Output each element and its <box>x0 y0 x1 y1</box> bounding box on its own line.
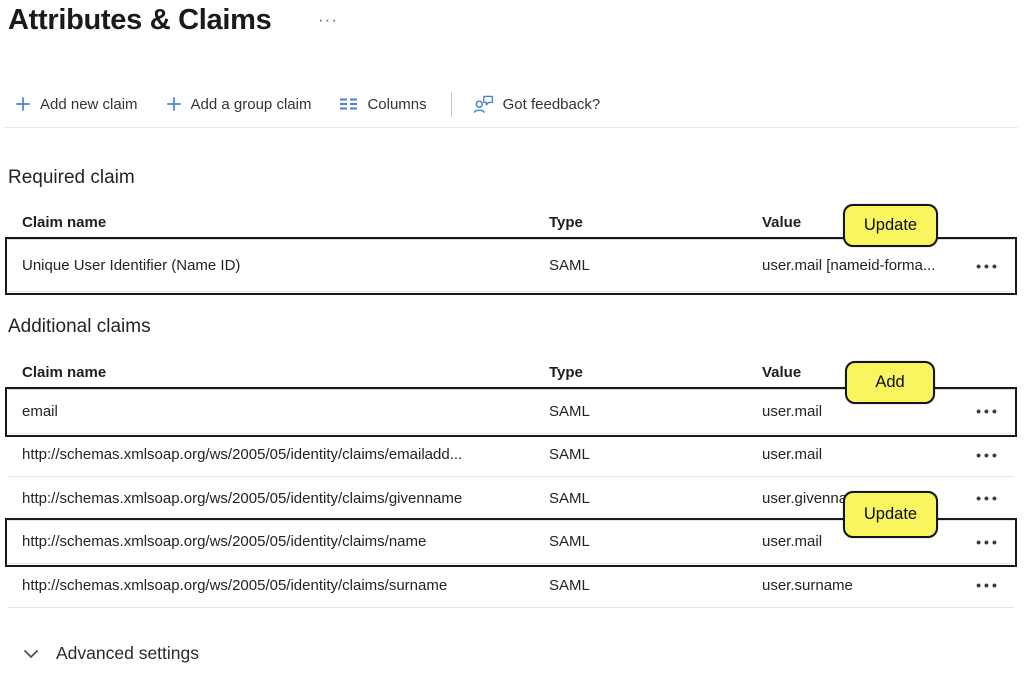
attributes-claims-page: Attributes & Claims ··· Add new claim Ad… <box>0 0 1024 673</box>
claim-name-cell: http://schemas.xmlsoap.org/ws/2005/05/id… <box>22 490 549 507</box>
table-row-emailaddress[interactable]: http://schemas.xmlsoap.org/ws/2005/05/id… <box>8 434 1014 478</box>
claim-type-cell: SAML <box>549 403 762 420</box>
row-menu-button[interactable]: ••• <box>972 575 1004 595</box>
claim-name-cell: Unique User Identifier (Name ID) <box>22 257 549 274</box>
add-group-claim-label: Add a group claim <box>191 96 312 113</box>
chevron-down-icon <box>23 649 39 659</box>
annotation-update-name-claim: Update <box>843 491 938 538</box>
claim-type-cell: SAML <box>549 577 762 594</box>
command-bar: Add new claim Add a group claim Columns <box>15 89 600 119</box>
claim-name-cell: http://schemas.xmlsoap.org/ws/2005/05/id… <box>22 533 549 550</box>
annotation-add-email-claim: Add <box>845 361 935 404</box>
claim-value-cell: user.mail [nameid-forma... <box>762 257 962 274</box>
add-new-claim-button[interactable]: Add new claim <box>15 96 138 113</box>
column-header-type: Type <box>549 214 762 231</box>
row-menu-button[interactable]: ••• <box>972 445 1004 465</box>
feedback-icon <box>473 95 494 114</box>
row-menu-button[interactable]: ••• <box>972 532 1004 552</box>
claim-type-cell: SAML <box>549 533 762 550</box>
add-group-claim-button[interactable]: Add a group claim <box>166 96 312 113</box>
page-more-options-icon[interactable]: ··· <box>318 10 338 30</box>
claim-name-cell: email <box>22 403 549 420</box>
claim-type-cell: SAML <box>549 257 762 274</box>
column-header-claim-name: Claim name <box>22 364 549 381</box>
claim-value-cell: user.mail <box>762 446 962 463</box>
row-menu-button[interactable]: ••• <box>972 488 1004 508</box>
columns-label: Columns <box>367 96 426 113</box>
advanced-settings-toggle[interactable]: Advanced settings <box>23 643 199 664</box>
row-menu-button[interactable]: ••• <box>972 401 1004 421</box>
required-claim-section-title: Required claim <box>8 167 135 189</box>
column-header-type: Type <box>549 364 762 381</box>
claim-type-cell: SAML <box>549 490 762 507</box>
got-feedback-label: Got feedback? <box>503 96 601 113</box>
additional-claims-section-title: Additional claims <box>8 316 151 338</box>
claim-name-cell: http://schemas.xmlsoap.org/ws/2005/05/id… <box>22 446 549 463</box>
columns-icon <box>339 97 358 111</box>
columns-button[interactable]: Columns <box>339 96 426 113</box>
toolbar-divider <box>451 92 452 117</box>
toolbar-rule <box>4 127 1018 128</box>
annotation-update-required-claim: Update <box>843 204 938 247</box>
got-feedback-button[interactable]: Got feedback? <box>473 95 601 114</box>
plus-icon <box>15 96 31 112</box>
add-new-claim-label: Add new claim <box>40 96 138 113</box>
claim-type-cell: SAML <box>549 446 762 463</box>
advanced-settings-label: Advanced settings <box>56 643 199 664</box>
claim-name-cell: http://schemas.xmlsoap.org/ws/2005/05/id… <box>22 577 549 594</box>
plus-icon <box>166 96 182 112</box>
claim-value-cell: user.mail <box>762 403 962 420</box>
row-menu-button[interactable]: ••• <box>972 256 1004 276</box>
column-header-claim-name: Claim name <box>22 214 549 231</box>
claim-value-cell: user.surname <box>762 577 962 594</box>
page-title: Attributes & Claims <box>8 4 271 37</box>
table-row-surname[interactable]: http://schemas.xmlsoap.org/ws/2005/05/id… <box>8 564 1014 608</box>
table-row-unique-user-identifier[interactable]: Unique User Identifier (Name ID) SAML us… <box>8 240 1014 292</box>
